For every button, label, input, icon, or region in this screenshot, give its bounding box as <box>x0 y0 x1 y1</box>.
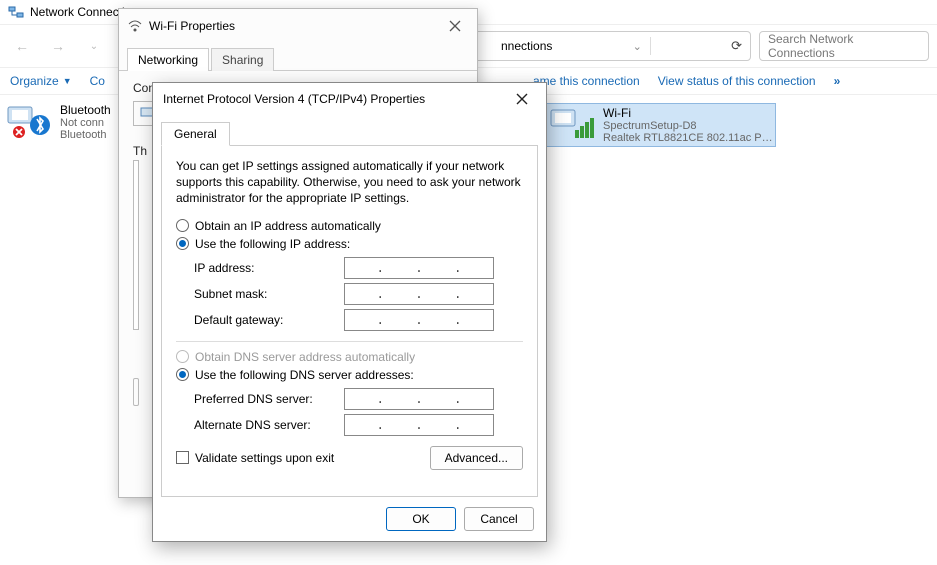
rename-cmd[interactable]: ame this connection <box>533 74 640 88</box>
separator <box>176 341 523 342</box>
label-validate: Validate settings upon exit <box>195 451 334 465</box>
close-icon <box>516 93 528 105</box>
ipv4-general-panel: You can get IP settings assigned automat… <box>161 145 538 497</box>
connect-cmd[interactable]: Co <box>90 74 105 88</box>
label-ip-address: IP address: <box>194 261 344 275</box>
tab-sharing[interactable]: Sharing <box>211 48 274 71</box>
radio-obtain-ip-auto[interactable]: Obtain an IP address automatically <box>176 219 523 233</box>
connection-item-wifi[interactable]: Wi-Fi SpectrumSetup-D8 Realtek RTL8821CE… <box>546 103 776 147</box>
search-input[interactable]: Search Network Connections <box>759 31 929 61</box>
wifi-dialog-titlebar[interactable]: Wi-Fi Properties <box>119 9 477 43</box>
organize-menu[interactable]: Organize ▼ <box>10 74 72 88</box>
ipv4-titlebar[interactable]: Internet Protocol Version 4 (TCP/IPv4) P… <box>153 83 546 115</box>
back-button[interactable]: ← <box>8 32 36 60</box>
ipv4-dialog-title: Internet Protocol Version 4 (TCP/IPv4) P… <box>163 92 425 106</box>
radio-use-following-dns[interactable]: Use the following DNS server addresses: <box>176 368 523 382</box>
wifi-tabs: Networking Sharing <box>119 43 477 71</box>
label-subnet-mask: Subnet mask: <box>194 287 344 301</box>
close-icon <box>449 20 461 32</box>
label-default-gateway: Default gateway: <box>194 313 344 327</box>
input-preferred-dns[interactable]: ... <box>344 388 494 410</box>
ipv4-description: You can get IP settings assigned automat… <box>176 158 523 207</box>
validate-row: Validate settings upon exit Advanced... <box>176 446 523 470</box>
input-ip-address[interactable]: ... <box>344 257 494 279</box>
connection-device: Bluetooth <box>60 129 111 141</box>
connection-status: SpectrumSetup-D8 <box>603 120 779 132</box>
close-button[interactable] <box>441 15 469 37</box>
tab-networking[interactable]: Networking <box>127 48 209 71</box>
breadcrumb-last[interactable]: nnections <box>501 39 552 53</box>
view-status-cmd[interactable]: View status of this connection <box>658 74 816 88</box>
radio-icon <box>176 368 189 381</box>
recent-dropdown[interactable]: ⌄ <box>80 32 108 60</box>
wifi-icon <box>549 106 595 142</box>
bluetooth-icon <box>6 103 52 139</box>
radio-use-following-ip[interactable]: Use the following IP address: <box>176 237 523 251</box>
checkbox-validate[interactable] <box>176 451 189 464</box>
chevron-down-icon: ▼ <box>63 76 72 86</box>
input-default-gateway[interactable]: ... <box>344 309 494 331</box>
ipv4-tabs: General <box>153 115 546 145</box>
radio-icon <box>176 237 189 250</box>
refresh-icon[interactable]: ⟳ <box>731 38 742 54</box>
connection-device: Realtek RTL8821CE 802.11ac PCIe ... <box>603 132 779 144</box>
tab-general[interactable]: General <box>161 122 230 146</box>
ipv4-properties-dialog: Internet Protocol Version 4 (TCP/IPv4) P… <box>152 82 547 542</box>
connection-name: Bluetooth <box>60 103 111 117</box>
overflow-chevron[interactable]: » <box>834 74 842 88</box>
label-preferred-dns: Preferred DNS server: <box>194 392 344 406</box>
ok-button[interactable]: OK <box>386 507 456 531</box>
connection-status: Not conn <box>60 117 111 129</box>
cancel-button[interactable]: Cancel <box>464 507 534 531</box>
network-icon <box>8 4 24 20</box>
adapter-box <box>133 101 153 126</box>
dialog-button-row: OK Cancel <box>153 497 546 541</box>
description-box <box>133 378 139 406</box>
chevron-down-icon[interactable]: ⌄ <box>633 40 642 53</box>
radio-icon <box>176 350 189 363</box>
label-alternate-dns: Alternate DNS server: <box>194 418 344 432</box>
wifi-dialog-icon <box>127 18 143 34</box>
advanced-button[interactable]: Advanced... <box>430 446 523 470</box>
connection-name: Wi-Fi <box>603 106 779 120</box>
components-listbox[interactable] <box>133 160 139 330</box>
input-subnet-mask[interactable]: ... <box>344 283 494 305</box>
input-alternate-dns[interactable]: ... <box>344 414 494 436</box>
forward-button[interactable]: → <box>44 32 72 60</box>
radio-icon <box>176 219 189 232</box>
radio-obtain-dns-auto: Obtain DNS server address automatically <box>176 350 523 364</box>
wifi-dialog-title: Wi-Fi Properties <box>149 19 235 33</box>
search-placeholder: Search Network Connections <box>768 32 920 60</box>
close-button[interactable] <box>508 88 536 110</box>
